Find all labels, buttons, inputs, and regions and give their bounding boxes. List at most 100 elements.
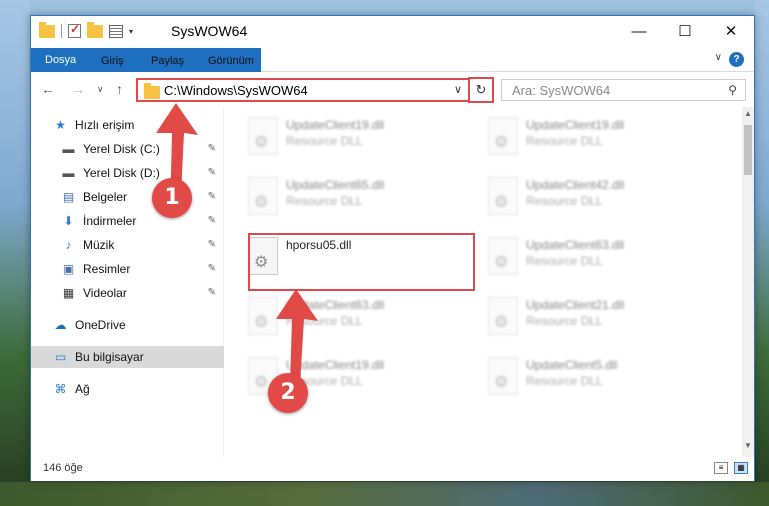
- sidebar-item-pictures[interactable]: ▣ Resimler ✎: [31, 258, 224, 280]
- maximize-button[interactable]: ☐: [662, 16, 708, 46]
- up-arrow-icon[interactable]: ↑: [116, 81, 123, 97]
- view-switcher: ≡ ▦: [714, 462, 748, 474]
- desktop-background-right: [755, 0, 769, 506]
- star-icon: ★: [55, 118, 66, 132]
- back-arrow-icon[interactable]: ←: [41, 81, 55, 97]
- file-description: Resource DLL: [526, 134, 603, 148]
- help-icon[interactable]: ?: [729, 52, 744, 67]
- pin-icon[interactable]: ✎: [208, 263, 216, 274]
- pictures-icon: ▣: [62, 262, 75, 276]
- window-title: SysWOW64: [171, 23, 248, 39]
- sidebar-item-this-pc[interactable]: ▭ Bu bilgisayar: [31, 346, 224, 368]
- sidebar-item-label: OneDrive: [75, 318, 126, 332]
- scroll-down-icon[interactable]: ▼: [742, 441, 754, 455]
- documents-icon: ▤: [62, 190, 75, 204]
- file-description: Resource DLL: [526, 374, 603, 388]
- title-bar: ▾ SysWOW64 — ☐ ✕: [31, 16, 754, 48]
- drive-icon: ▬: [62, 142, 75, 156]
- ribbon-tabs: Dosya Giriş Paylaş Görünüm ∨ ?: [31, 48, 754, 72]
- folder-icon[interactable]: [39, 21, 55, 38]
- file-name: UpdateClient65.dll: [286, 178, 385, 192]
- sidebar-item-label: Belgeler: [83, 190, 128, 204]
- close-button[interactable]: ✕: [708, 16, 754, 46]
- dll-file-icon: [488, 177, 518, 215]
- refresh-button[interactable]: ↻: [468, 77, 494, 103]
- music-icon: ♪: [65, 238, 72, 252]
- highlight-target-file: [248, 233, 475, 291]
- desktop-background-bottom: [0, 482, 769, 506]
- new-folder-icon[interactable]: [87, 21, 103, 38]
- properties-check-icon[interactable]: [68, 22, 81, 38]
- item-count: 146 öğe: [43, 462, 83, 474]
- step-badge-2: 2: [268, 373, 308, 413]
- scroll-thumb[interactable]: [744, 125, 752, 175]
- download-icon: ⬇: [63, 214, 74, 228]
- status-bar: 146 öğe ≡ ▦: [31, 457, 754, 481]
- quick-access-toolbar: ▾: [39, 21, 133, 38]
- sidebar-item-label: Hızlı erişim: [75, 118, 135, 132]
- file-description: Resource DLL: [526, 314, 603, 328]
- sidebar-item-network[interactable]: ⌘ Ağ: [31, 378, 224, 400]
- minimize-button[interactable]: —: [616, 16, 662, 46]
- sidebar-item-label: İndirmeler: [83, 214, 137, 228]
- pin-icon[interactable]: ✎: [208, 287, 216, 298]
- dll-file-icon: [488, 237, 518, 275]
- file-name: UpdateClient5.dll: [526, 358, 618, 372]
- desktop-background-left: [0, 0, 30, 506]
- drive-icon: ▬: [62, 166, 75, 180]
- sidebar-item-onedrive[interactable]: ☁ OneDrive: [31, 314, 224, 336]
- file-name: UpdateClient19.dll: [526, 118, 625, 132]
- properties-icon[interactable]: [109, 24, 123, 38]
- search-input[interactable]: Ara: SysWOW64: [512, 83, 610, 98]
- dll-file-icon: [488, 357, 518, 395]
- file-item[interactable]: UpdateClient21.dll Resource DLL: [482, 293, 712, 348]
- scroll-up-icon[interactable]: ▲: [742, 109, 754, 123]
- sidebar-item-label: Ağ: [75, 382, 90, 396]
- file-item[interactable]: UpdateClient5.dll Resource DLL: [482, 353, 712, 408]
- file-description: Resource DLL: [286, 194, 363, 208]
- file-name: UpdateClient21.dll: [526, 298, 625, 312]
- file-item[interactable]: UpdateClient65.dll Resource DLL: [242, 173, 472, 228]
- cloud-icon: ☁: [54, 318, 67, 332]
- file-description: Resource DLL: [286, 134, 363, 148]
- customize-toolbar-icon[interactable]: ▾: [129, 27, 133, 36]
- forward-arrow-icon[interactable]: →: [71, 81, 85, 97]
- tab-home[interactable]: Giriş: [89, 50, 136, 72]
- sidebar-item-label: Bu bilgisayar: [75, 350, 144, 364]
- file-item[interactable]: UpdateClient19.dll Resource DLL: [482, 113, 712, 168]
- pin-icon[interactable]: ✎: [208, 239, 216, 250]
- sidebar-item-label: Resimler: [83, 262, 131, 276]
- ribbon-collapse-icon[interactable]: ∨: [715, 52, 722, 63]
- sidebar-item-videos[interactable]: ▦ Videolar ✎: [31, 282, 224, 304]
- tab-share[interactable]: Paylaş: [139, 50, 196, 72]
- file-description: Resource DLL: [526, 254, 603, 268]
- vertical-scrollbar[interactable]: ▲ ▼: [742, 107, 754, 457]
- file-name: UpdateClient19.dll: [286, 118, 385, 132]
- file-name: UpdateClient42.dll: [526, 178, 625, 192]
- file-item[interactable]: UpdateClient42.dll Resource DLL: [482, 173, 712, 228]
- recent-locations-icon[interactable]: ∨: [97, 84, 104, 95]
- file-item[interactable]: UpdateClient19.dll Resource DLL: [242, 113, 472, 168]
- address-dropdown-icon[interactable]: ∨: [454, 83, 462, 96]
- sidebar-item-label: Videolar: [83, 286, 127, 300]
- network-icon: ⌘: [54, 382, 67, 396]
- search-box[interactable]: Ara: SysWOW64 ⚲: [501, 79, 746, 101]
- sidebar-item-label: Müzik: [83, 238, 115, 252]
- dll-file-icon: [248, 117, 278, 155]
- file-name: UpdateClient63.dll: [526, 238, 625, 252]
- large-icons-view-icon[interactable]: ▦: [734, 462, 748, 474]
- window-controls: — ☐ ✕: [616, 16, 754, 46]
- details-view-icon[interactable]: ≡: [714, 462, 728, 474]
- sidebar-item-music[interactable]: ♪ Müzik ✎: [31, 234, 224, 256]
- dll-file-icon: [248, 177, 278, 215]
- search-icon[interactable]: ⚲: [728, 83, 737, 97]
- computer-icon: ▭: [54, 350, 67, 364]
- video-icon: ▦: [62, 286, 75, 300]
- toolbar-separator: [61, 24, 62, 38]
- file-item[interactable]: UpdateClient63.dll Resource DLL: [482, 233, 712, 288]
- step-badge-1: 1: [152, 178, 192, 218]
- dll-file-icon: [488, 297, 518, 335]
- tab-view[interactable]: Görünüm: [196, 50, 266, 72]
- dll-file-icon: [488, 117, 518, 155]
- file-description: Resource DLL: [526, 194, 603, 208]
